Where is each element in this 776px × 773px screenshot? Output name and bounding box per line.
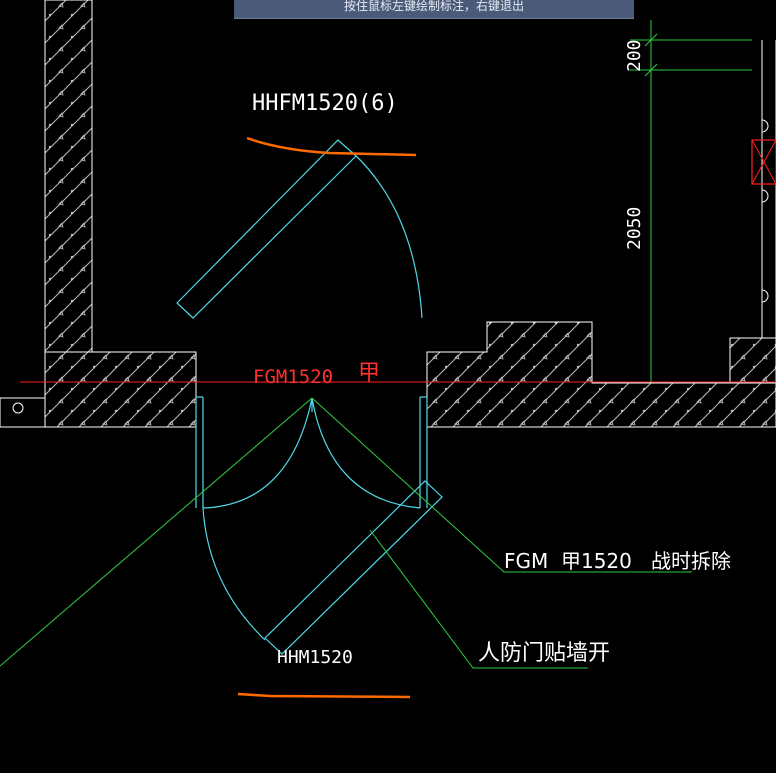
wall-door-label[interactable]: FGM1520 xyxy=(253,366,333,388)
wall-right-block xyxy=(426,321,776,428)
door-jamb-left xyxy=(195,396,204,508)
command-prompt-bar: 按住鼠标左键绘制标注，右键退出 xyxy=(234,0,634,19)
highlight-stroke-bottom xyxy=(237,692,411,699)
top-door-label[interactable]: HHFM1520(6) xyxy=(252,91,398,116)
lower-door-swing-arc xyxy=(202,507,266,641)
command-prompt-text: 按住鼠标左键绘制标注，右键退出 xyxy=(343,0,524,13)
wall-far-left-stub xyxy=(0,397,46,428)
lower-door-swing-arc-left xyxy=(202,397,313,509)
dimension-large[interactable]: 2050 xyxy=(624,207,645,250)
right-note-civil-defense[interactable]: 人防门贴墙开 xyxy=(478,641,610,666)
wall-right-edge xyxy=(751,40,776,338)
upper-door-swing-arc xyxy=(351,151,423,319)
right-note-fgm[interactable]: FGM 甲1520 战时拆除 xyxy=(504,549,731,573)
bottom-door-label[interactable]: HHM1520 xyxy=(277,647,353,668)
wall-right-stub xyxy=(729,337,776,384)
lower-door-swing-arc-right xyxy=(311,397,421,509)
cad-drawing-canvas[interactable]: HHFM1520(6) FGM1520 甲 FGM 甲1520 战时拆除 人防门… xyxy=(0,0,776,773)
leader-line-left-diagonal xyxy=(0,397,313,667)
wall-left-vertical xyxy=(44,0,93,353)
upper-door-leaf xyxy=(176,139,357,319)
door-jamb-right xyxy=(419,396,428,508)
dimension-small[interactable]: 200 xyxy=(624,39,645,72)
dimension-lines xyxy=(630,20,752,382)
wall-door-grade[interactable]: 甲 xyxy=(358,361,380,386)
wall-left-horizontal xyxy=(44,351,197,428)
